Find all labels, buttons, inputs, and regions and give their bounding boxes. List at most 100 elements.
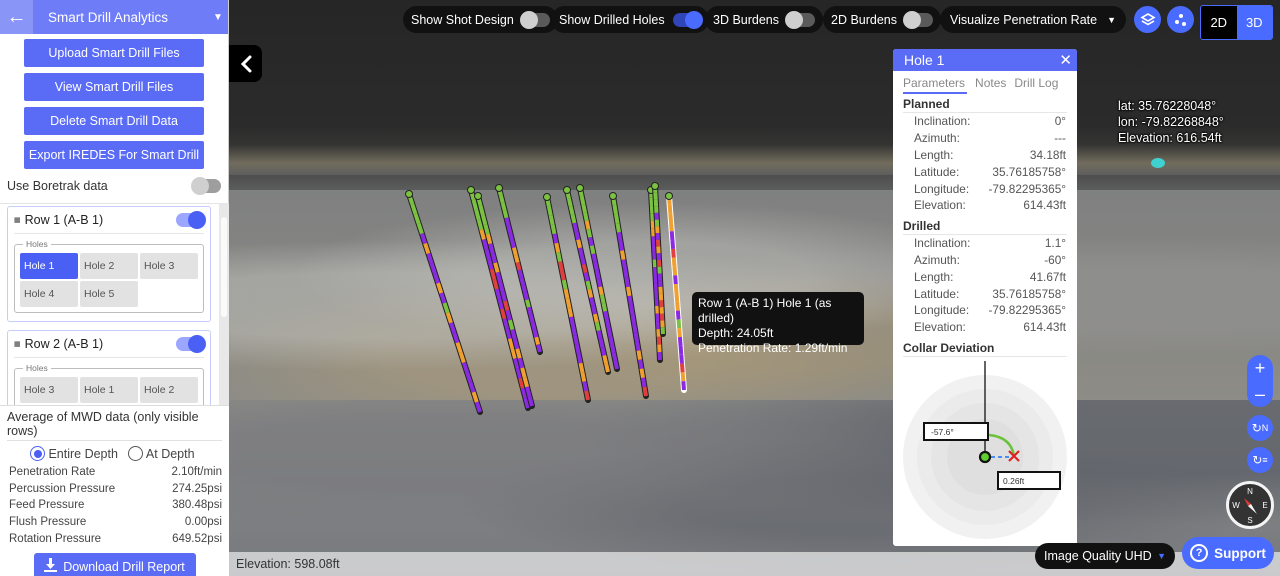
points-button[interactable] bbox=[1167, 6, 1194, 33]
hole-segment bbox=[672, 266, 678, 276]
zoom-out-button[interactable]: – bbox=[1255, 385, 1265, 403]
hole-segment bbox=[579, 255, 586, 265]
show-shot-design-toggle[interactable] bbox=[519, 10, 550, 29]
close-icon[interactable]: ✕ bbox=[1059, 51, 1072, 69]
layers-button[interactable] bbox=[1134, 6, 1161, 33]
zoom-in-button[interactable]: + bbox=[1255, 359, 1266, 377]
upload-smart-drill-files-button[interactable]: Upload Smart Drill Files bbox=[24, 39, 204, 67]
boretrak-toggle[interactable] bbox=[191, 177, 221, 195]
hole-segment bbox=[500, 202, 507, 211]
hole-segment bbox=[482, 239, 489, 250]
rows-scrollbar[interactable] bbox=[219, 204, 229, 405]
compass-n: N bbox=[1247, 487, 1253, 496]
hole-segment bbox=[585, 280, 592, 290]
metric-label: Percussion Pressure bbox=[9, 482, 116, 495]
compass[interactable]: N E S W bbox=[1226, 481, 1274, 529]
hole-segment bbox=[536, 344, 542, 353]
view-smart-drill-files-button[interactable]: View Smart Drill Files bbox=[24, 73, 204, 101]
collar-deviation-heading: Collar Deviation bbox=[903, 341, 1067, 357]
metric-label: Flush Pressure bbox=[9, 516, 87, 529]
collapse-sidebar-button[interactable] bbox=[229, 45, 262, 82]
3d-burdens-toggle[interactable] bbox=[785, 10, 816, 29]
entire-depth-option[interactable]: Entire Depth bbox=[30, 446, 118, 461]
hole-segment bbox=[576, 239, 582, 249]
support-button[interactable]: ? Support bbox=[1182, 537, 1274, 569]
hole-segment bbox=[584, 390, 590, 401]
download-label: Download Drill Report bbox=[63, 559, 185, 574]
download-drill-report-button[interactable]: Download Drill Report bbox=[33, 552, 196, 576]
export-iredes-button[interactable]: Export IREDES For Smart Drill bbox=[24, 141, 204, 169]
visualize-select-value: Visualize Penetration Rate bbox=[950, 12, 1098, 27]
hole-collar bbox=[665, 192, 673, 200]
hole-segment bbox=[626, 286, 632, 297]
drill-hole[interactable] bbox=[495, 184, 543, 355]
sidebar: ← Smart Drill Analytics ▼ Upload Smart D… bbox=[0, 0, 229, 576]
visualize-select[interactable]: Visualize Penetration Rate ▼ bbox=[940, 6, 1126, 33]
hole-segment bbox=[583, 272, 590, 282]
toggle-label: Show Drilled Holes bbox=[559, 12, 665, 27]
tab-notes[interactable]: Notes bbox=[975, 75, 1006, 94]
tab-parameters[interactable]: Parameters bbox=[903, 75, 968, 94]
hole-button[interactable]: Hole 4 bbox=[20, 281, 78, 307]
hole-segment bbox=[621, 259, 627, 270]
drill-hole[interactable] bbox=[665, 192, 687, 393]
drill-hole[interactable] bbox=[576, 184, 620, 372]
drill-hole[interactable] bbox=[543, 193, 591, 403]
hole-segment bbox=[561, 279, 568, 290]
mwd-metric: Rotation Pressure 649.52psi bbox=[7, 530, 222, 547]
view-3d-button[interactable]: 3D bbox=[1236, 6, 1272, 39]
image-quality-select[interactable]: Image Quality UHD ▼ bbox=[1035, 543, 1175, 569]
hole-segment bbox=[548, 215, 555, 226]
back-arrow-icon[interactable]: ← bbox=[0, 0, 33, 34]
hole-segment bbox=[578, 362, 585, 373]
hole-button[interactable]: Hole 1 bbox=[80, 377, 138, 403]
hole-button[interactable]: Hole 3 bbox=[20, 377, 78, 403]
support-label: Support bbox=[1214, 545, 1266, 561]
hole-button[interactable]: Hole 3 bbox=[140, 253, 198, 279]
boretrak-label: Use Boretrak data bbox=[7, 179, 108, 193]
drill-hole[interactable] bbox=[405, 190, 483, 415]
planned-heading: Planned bbox=[903, 97, 1067, 113]
hole-collar bbox=[576, 184, 584, 192]
hole-segment bbox=[618, 241, 624, 251]
rotate-north-button[interactable]: ↻ N bbox=[1247, 415, 1273, 441]
hole-button[interactable]: Hole 5 bbox=[80, 281, 138, 307]
rotate-north-label: N bbox=[1261, 423, 1269, 433]
rows-list[interactable]: ▦ Row 1 (A-B 1) Holes Hole 1 Hole 2 Hole… bbox=[0, 203, 229, 405]
hole-segment bbox=[572, 335, 579, 346]
hole-segment bbox=[675, 301, 680, 311]
at-depth-radio[interactable] bbox=[127, 446, 143, 461]
hole-button[interactable]: Hole 2 bbox=[140, 377, 198, 403]
entire-depth-radio[interactable] bbox=[30, 446, 46, 461]
view-2d-button[interactable]: 2D bbox=[1201, 6, 1237, 39]
param-value: -60° bbox=[1044, 252, 1066, 267]
2d-burdens-toggle[interactable] bbox=[903, 10, 934, 29]
caret-down-icon[interactable]: ▼ bbox=[208, 12, 228, 23]
hole-segment bbox=[587, 288, 594, 298]
rotate-tilt-button[interactable]: ↻ ≡ bbox=[1247, 447, 1273, 473]
hole-segment bbox=[568, 206, 575, 216]
hole-button[interactable]: Hole 2 bbox=[80, 253, 138, 279]
hole-segment bbox=[606, 327, 613, 337]
hole-button[interactable]: Hole 1 bbox=[20, 253, 78, 279]
at-depth-option[interactable]: At Depth bbox=[127, 446, 195, 461]
hole-segment bbox=[526, 306, 533, 316]
row-visibility-toggle[interactable] bbox=[176, 335, 206, 353]
show-drilled-holes-toggle[interactable] bbox=[672, 10, 703, 29]
hole-segment bbox=[506, 224, 513, 234]
param-row: Longitude: -79.82295365° bbox=[893, 180, 1077, 197]
3d-viewport[interactable] bbox=[229, 0, 1280, 576]
hole-segment bbox=[581, 264, 588, 274]
hole-segment bbox=[503, 300, 510, 312]
delete-smart-drill-data-button[interactable]: Delete Smart Drill Data bbox=[24, 107, 204, 135]
hole-segment bbox=[613, 360, 619, 370]
tooltip-depth: Depth: 24.05ft bbox=[698, 326, 774, 340]
row-visibility-toggle[interactable] bbox=[176, 211, 206, 229]
tab-drill-log[interactable]: Drill Log bbox=[1014, 75, 1058, 94]
drill-hole[interactable] bbox=[474, 192, 535, 409]
show-shot-design-control: Show Shot Design bbox=[403, 6, 558, 33]
drill-hole[interactable] bbox=[467, 186, 531, 411]
entire-depth-label: Entire Depth bbox=[48, 446, 118, 461]
hole-segment bbox=[599, 294, 606, 304]
cursor-geo-readout: lat: 35.76228048° lon: -79.82268848° Ele… bbox=[1118, 98, 1224, 146]
